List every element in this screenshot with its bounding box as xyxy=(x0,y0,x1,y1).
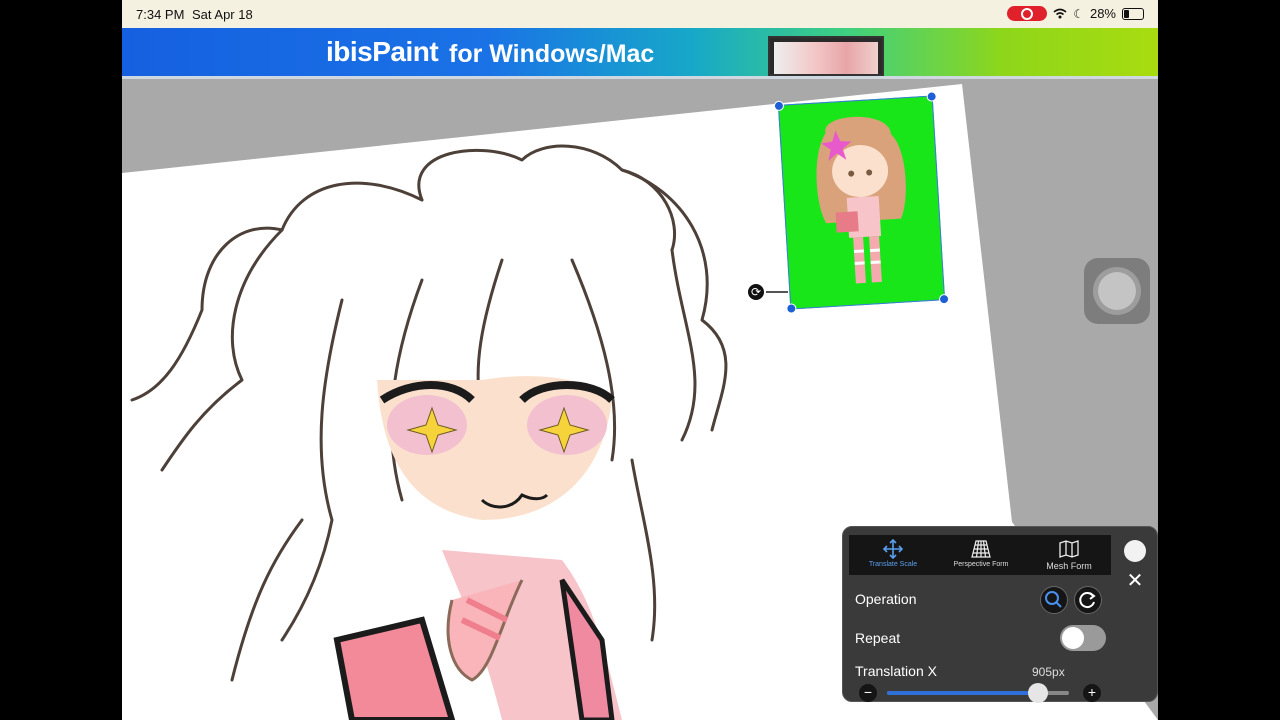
battery-icon xyxy=(1122,7,1144,20)
assistive-touch-button[interactable] xyxy=(1084,258,1150,324)
perspective-grid-icon xyxy=(971,540,991,558)
search-icon xyxy=(1045,591,1062,608)
status-bar: 7:34 PM Sat Apr 18 ☾ 28% xyxy=(122,0,1158,28)
close-icon[interactable]: ✕ xyxy=(1125,571,1145,591)
mesh-map-icon xyxy=(1059,540,1079,558)
banner-screenshot-image xyxy=(768,36,884,76)
banner-logo: ibisPaint xyxy=(326,36,439,67)
status-indicators: ☾ 28% xyxy=(1007,6,1144,21)
operation-reset-button[interactable] xyxy=(1074,586,1102,614)
rotate-reset-icon xyxy=(1079,592,1096,609)
move-arrows-icon xyxy=(882,539,904,559)
rotate-handle-line xyxy=(766,291,788,293)
translation-x-label: Translation X xyxy=(855,663,937,679)
transform-tool-panel: Translate Scale Perspective Form Mesh Fo… xyxy=(842,526,1158,703)
translation-x-slider[interactable] xyxy=(887,683,1069,703)
battery-percent: 28% xyxy=(1089,6,1116,21)
status-date: Sat Apr 18 xyxy=(192,7,253,22)
mode-label: Mesh Form xyxy=(1046,561,1092,571)
mode-translate-scale[interactable]: Translate Scale xyxy=(849,535,937,575)
moon-icon: ☾ xyxy=(1073,6,1084,21)
slider-decrease-button[interactable]: − xyxy=(859,684,877,702)
operation-label: Operation xyxy=(855,591,917,607)
panel-collapse-button[interactable] xyxy=(1124,540,1146,562)
repeat-label: Repeat xyxy=(855,630,901,646)
wifi-icon xyxy=(1053,8,1067,19)
ipad-screen: ⟳ 7:34 PM Sat Apr 18 ☾ 28% ibisPaint for… xyxy=(122,0,1158,720)
operation-search-button[interactable] xyxy=(1040,586,1068,614)
status-time: 7:34 PM xyxy=(136,7,185,22)
mode-perspective-form[interactable]: Perspective Form xyxy=(937,535,1025,575)
slider-thumb[interactable] xyxy=(1028,683,1049,703)
screen-recording-icon xyxy=(1007,6,1048,21)
mode-label: Translate Scale xyxy=(868,561,918,568)
mode-label: Perspective Form xyxy=(953,561,1009,568)
selected-layer-bounding-box[interactable] xyxy=(773,91,950,314)
transform-mode-bar: Translate Scale Perspective Form Mesh Fo… xyxy=(849,535,1111,575)
mode-mesh-form[interactable]: Mesh Form xyxy=(1025,535,1113,575)
slider-fill xyxy=(887,691,1039,695)
ad-banner[interactable]: ibisPaint for Windows/Mac xyxy=(122,28,1158,79)
rotate-handle-icon[interactable]: ⟳ xyxy=(746,282,766,302)
character-thumbnail xyxy=(816,116,906,284)
slider-increase-button[interactable]: + xyxy=(1083,684,1101,702)
translation-x-value: 905px xyxy=(1032,665,1065,679)
banner-text: for Windows/Mac xyxy=(449,40,655,68)
repeat-toggle[interactable] xyxy=(1060,625,1106,651)
